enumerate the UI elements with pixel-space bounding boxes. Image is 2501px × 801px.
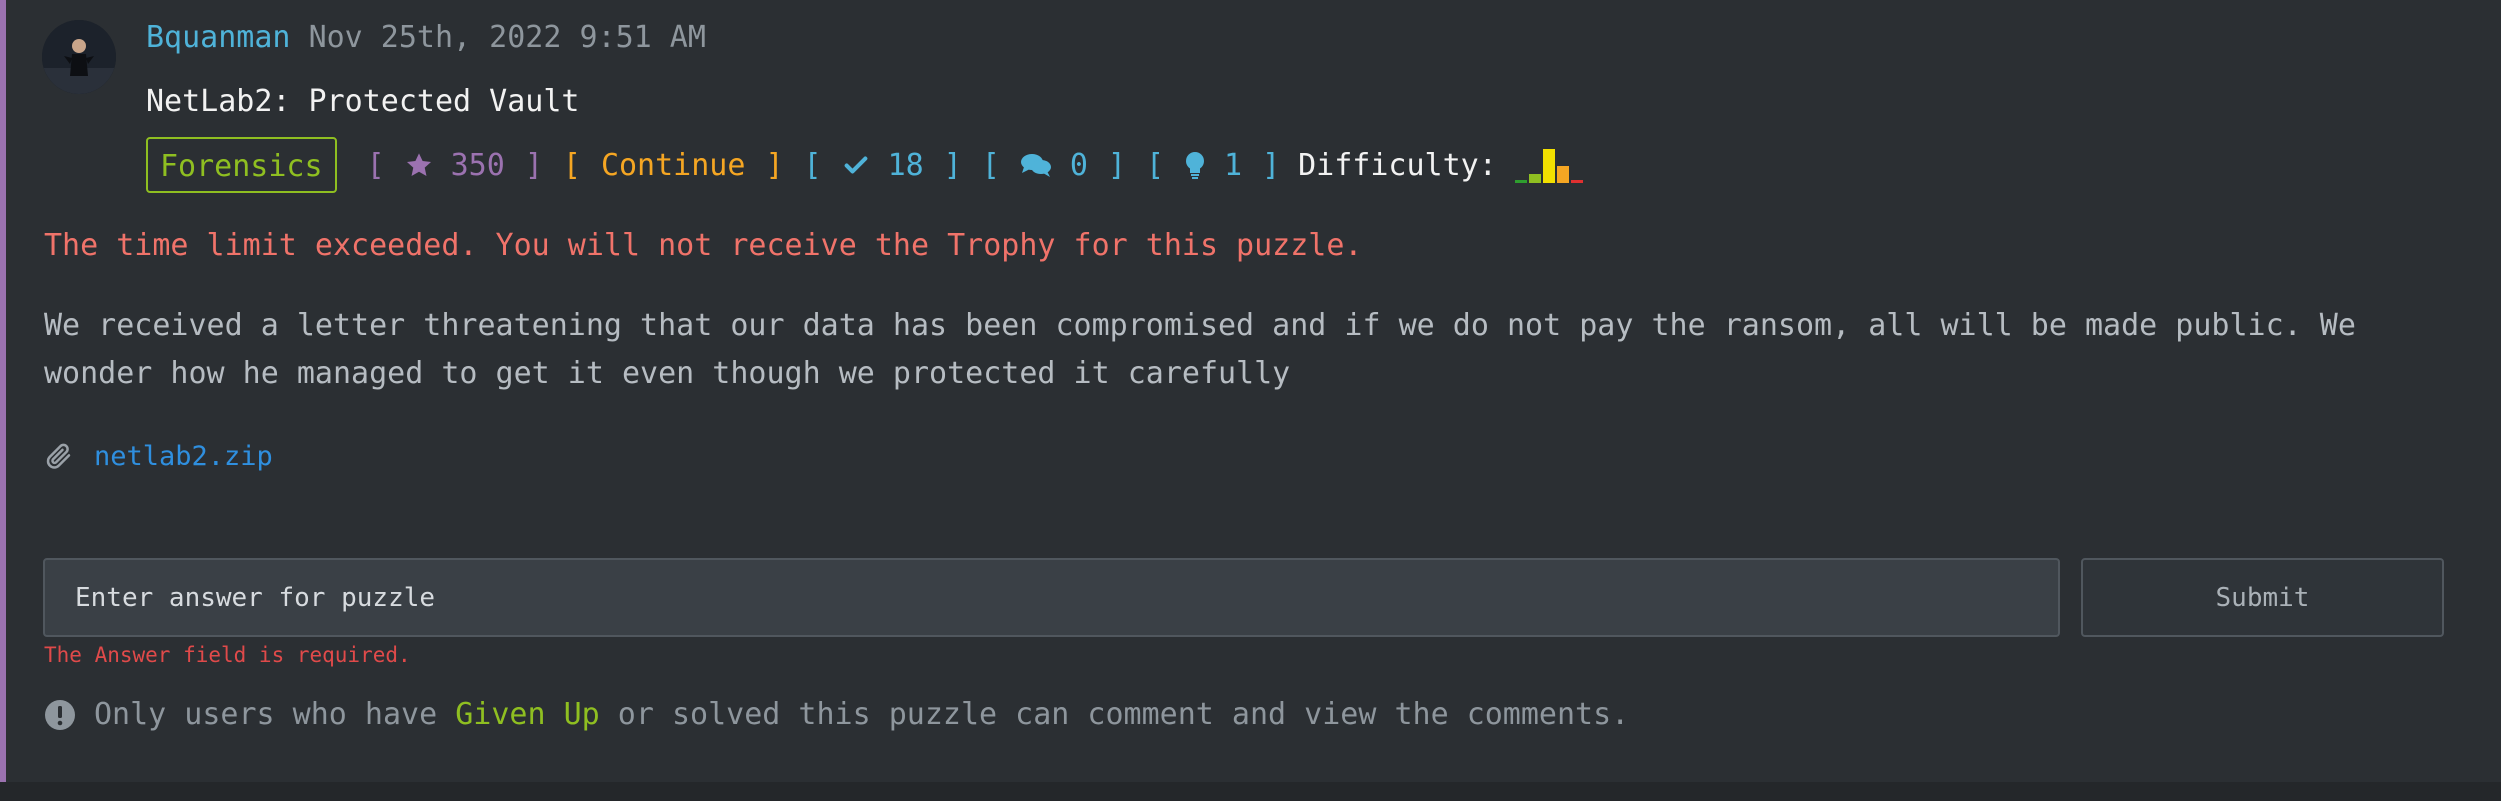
bracket-close: ] xyxy=(1262,147,1281,183)
difficulty-bar-3 xyxy=(1542,149,1555,183)
difficulty-bar-2 xyxy=(1528,174,1541,183)
difficulty-label: Difficulty: xyxy=(1298,147,1497,183)
page-bottom-strip xyxy=(0,782,2501,801)
points-group: [ 350 ] xyxy=(365,148,545,183)
post-timestamp: Nov 25th, 2022 9:51 AM xyxy=(308,20,706,55)
answer-input[interactable] xyxy=(43,558,2060,637)
attachment-link[interactable]: netlab2.zip xyxy=(94,441,273,472)
notice-prefix: Only users who have xyxy=(94,697,438,732)
attachment: netlab2.zip xyxy=(44,434,273,478)
points-value: 350 xyxy=(450,147,505,183)
bracket-open: [ xyxy=(1145,147,1164,183)
check-icon xyxy=(842,151,870,179)
bracket-open: [ xyxy=(981,147,1000,183)
category-badge[interactable]: Forensics xyxy=(146,137,337,193)
bracket-open: [ xyxy=(803,147,822,183)
answer-error-message: The Answer field is required. xyxy=(44,643,411,667)
notice-suffix: or solved this puzzle can comment and vi… xyxy=(617,697,1630,732)
lightbulb-icon xyxy=(1184,151,1206,179)
difficulty-meter xyxy=(1514,147,1583,183)
avatar-image xyxy=(42,20,116,94)
star-icon xyxy=(405,151,433,179)
puzzle-title: NetLab2: Protected Vault xyxy=(146,84,580,119)
solves-count: 18 xyxy=(887,147,924,183)
bracket-close: ] xyxy=(765,147,784,183)
puzzle-card: Bquanman Nov 25th, 2022 9:51 AM NetLab2:… xyxy=(0,0,2501,782)
difficulty-bar-4 xyxy=(1556,166,1569,183)
comments-count: 0 xyxy=(1069,147,1088,183)
comments-icon xyxy=(1020,151,1052,179)
continue-group[interactable]: [ Continue ] xyxy=(561,148,786,183)
author-name[interactable]: Bquanman xyxy=(146,20,291,55)
bracket-open: [ xyxy=(366,147,385,183)
hints-group[interactable]: [ 1 ] xyxy=(1144,148,1282,183)
submit-button[interactable]: Submit xyxy=(2081,558,2444,637)
puzzle-description: We received a letter threatening that ou… xyxy=(44,308,2356,391)
time-limit-warning: The time limit exceeded. You will not re… xyxy=(44,228,1363,263)
given-up-link[interactable]: Given Up xyxy=(455,697,600,732)
difficulty-bar-5 xyxy=(1570,180,1583,183)
comments-notice: Only users who have Given Up or solved t… xyxy=(44,697,1629,732)
difficulty-bar-1 xyxy=(1514,180,1527,183)
exclamation-circle-icon xyxy=(44,699,76,731)
continue-link[interactable]: Continue xyxy=(601,148,746,183)
comments-group[interactable]: [ 0 ] xyxy=(980,148,1128,183)
puzzle-meta-row: Forensics [ 350 ] [ Continue ] [18] [… xyxy=(146,135,1583,195)
bracket-close: ] xyxy=(943,147,962,183)
solves-group[interactable]: [ 18 ] xyxy=(802,148,964,183)
avatar[interactable] xyxy=(42,20,116,94)
post-header: Bquanman Nov 25th, 2022 9:51 AM xyxy=(146,14,706,62)
hints-count: 1 xyxy=(1224,147,1243,183)
bracket-open: [ xyxy=(562,147,581,183)
bracket-close: ] xyxy=(1107,147,1126,183)
paperclip-icon xyxy=(44,441,74,471)
bracket-close: ] xyxy=(524,147,543,183)
